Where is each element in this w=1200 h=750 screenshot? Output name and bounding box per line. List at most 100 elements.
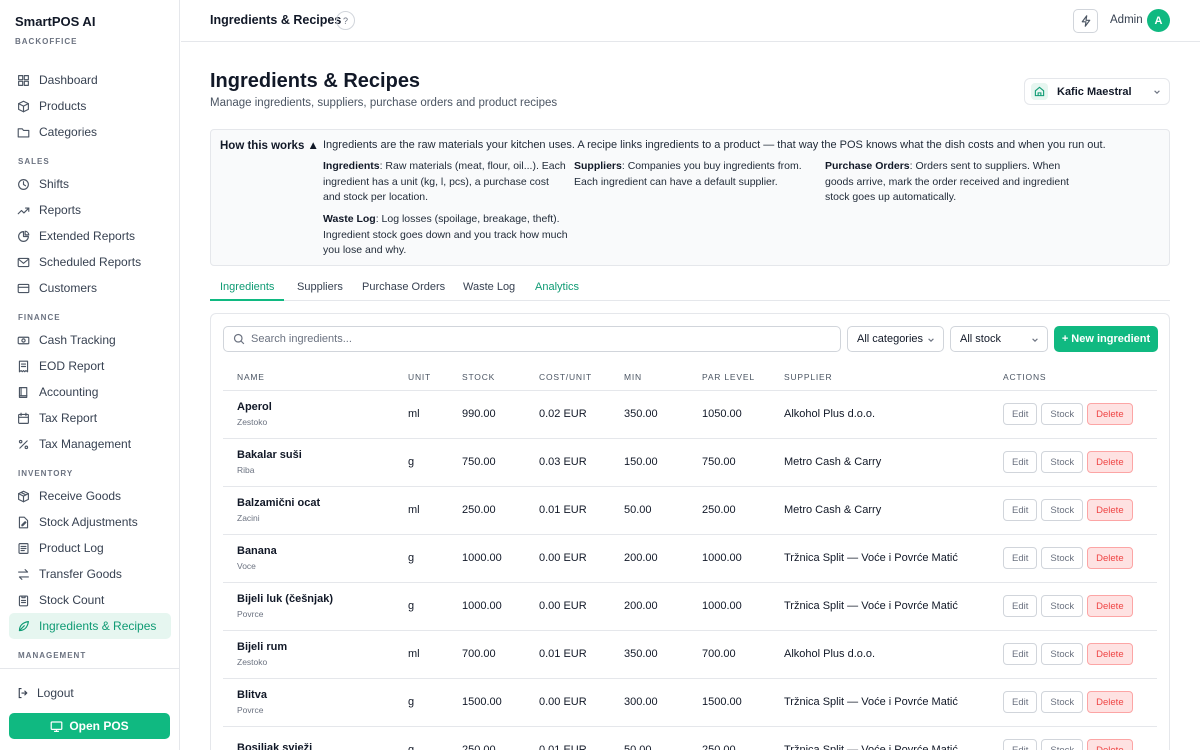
- sidebar-item-extended-reports[interactable]: Extended Reports: [9, 223, 171, 249]
- delete-button[interactable]: Delete: [1087, 403, 1133, 425]
- delete-button[interactable]: Delete: [1087, 739, 1133, 750]
- avatar[interactable]: A: [1147, 9, 1170, 32]
- table-row[interactable]: Bijeli luk (češnjak) Povrce g 1000.00 0.00 E…: [223, 582, 1157, 631]
- delete-button[interactable]: Delete: [1087, 595, 1133, 617]
- sidebar-item-label: Products: [39, 99, 87, 113]
- logout-icon: [18, 687, 28, 699]
- edit-button[interactable]: Edit: [1003, 403, 1038, 425]
- col-name[interactable]: NAME: [223, 364, 394, 391]
- sidebar-item-product-log[interactable]: Product Log: [9, 535, 171, 561]
- edit-button[interactable]: Edit: [1003, 643, 1038, 665]
- topbar-title: Ingredients & Recipes: [210, 13, 342, 27]
- tab-purchase-orders[interactable]: Purchase Orders: [362, 281, 445, 301]
- col-stock[interactable]: STOCK: [448, 364, 525, 391]
- edit-button[interactable]: Edit: [1003, 547, 1038, 569]
- open-pos-button[interactable]: Open POS: [9, 713, 170, 739]
- edit-button[interactable]: Edit: [1003, 595, 1038, 617]
- sidebar-item-label: EOD Report: [39, 359, 105, 373]
- sidebar-section-inventory: INVENTORY: [18, 469, 74, 478]
- cell-supplier: Tržnica Split — Voće i Povrće Matić: [770, 726, 989, 750]
- table-row[interactable]: Bosiljak svježi g 250.00 0.01 EUR 50.00 250.0…: [223, 726, 1157, 750]
- stock-button[interactable]: Stock: [1041, 403, 1084, 425]
- cell-actions: Edit Stock Delete: [989, 678, 1157, 727]
- new-ingredient-button[interactable]: + New ingredient: [1054, 326, 1158, 352]
- stock-button[interactable]: Stock: [1041, 595, 1084, 617]
- stock-button[interactable]: Stock: [1041, 691, 1084, 713]
- logout-button[interactable]: Logout: [17, 686, 74, 700]
- tab-analytics[interactable]: Analytics: [535, 281, 579, 301]
- cell-stock: 250.00: [448, 726, 525, 750]
- table-row[interactable]: Bijeli rum Zestoko ml 700.00 0.01 EUR 350.00 7…: [223, 630, 1157, 679]
- edit-button[interactable]: Edit: [1003, 691, 1038, 713]
- sidebar-item-categories[interactable]: Categories: [9, 119, 171, 145]
- col-unit[interactable]: UNIT: [394, 364, 448, 391]
- cell-unit: ml: [394, 390, 448, 439]
- stock-button[interactable]: Stock: [1041, 643, 1084, 665]
- col-supplier[interactable]: SUPPLIER: [770, 364, 989, 391]
- table-row[interactable]: Banana Voce g 1000.00 0.00 EUR 200.00 1000.00 T…: [223, 534, 1157, 583]
- table-row[interactable]: Balzamični ocat Zacini ml 250.00 0.01 EUR 50.…: [223, 486, 1157, 535]
- sidebar-item-stock-count[interactable]: Stock Count: [9, 587, 171, 613]
- sidebar-item-receive-goods[interactable]: Receive Goods: [9, 483, 171, 509]
- stock-button[interactable]: Stock: [1041, 451, 1084, 473]
- chevron-down-icon: [928, 338, 934, 342]
- tab-ingredients[interactable]: Ingredients: [210, 281, 285, 301]
- sidebar-item-accounting[interactable]: Accounting: [9, 379, 171, 405]
- tab-waste-log[interactable]: Waste Log: [463, 281, 515, 301]
- sidebar-item-shifts[interactable]: Shifts: [9, 171, 171, 197]
- col-min[interactable]: MIN: [610, 364, 688, 391]
- table-header-row: NAME UNIT STOCK COST/UNIT MIN PAR LEVEL …: [223, 364, 1157, 391]
- cell-par: 1000.00: [688, 534, 770, 583]
- quick-actions-button[interactable]: [1073, 9, 1098, 33]
- receipt-icon: [18, 360, 29, 372]
- stock-button[interactable]: Stock: [1041, 547, 1084, 569]
- sidebar-item-eod-report[interactable]: EOD Report: [9, 353, 171, 379]
- sidebar-item-tax-management[interactable]: Tax Management: [9, 431, 171, 457]
- location-selector[interactable]: Kafic Maestral: [1024, 78, 1170, 105]
- sidebar-item-tax-report[interactable]: Tax Report: [9, 405, 171, 431]
- cell-min: 50.00: [610, 726, 688, 750]
- sidebar-item-customers[interactable]: Customers: [9, 275, 171, 301]
- col-par[interactable]: PAR LEVEL: [688, 364, 770, 391]
- tab-suppliers[interactable]: Suppliers: [297, 281, 343, 301]
- col-cost[interactable]: COST/UNIT: [525, 364, 610, 391]
- table-row[interactable]: Bakalar suši Riba g 750.00 0.03 EUR 150.00 750…: [223, 438, 1157, 487]
- category-filter[interactable]: All categories: [847, 326, 944, 352]
- file-edit-icon: [18, 516, 29, 528]
- delete-button[interactable]: Delete: [1087, 643, 1133, 665]
- edit-button[interactable]: Edit: [1003, 739, 1038, 750]
- sidebar-item-label: Tax Management: [39, 437, 132, 451]
- sidebar-item-scheduled-reports[interactable]: Scheduled Reports: [9, 249, 171, 275]
- delete-button[interactable]: Delete: [1087, 499, 1133, 521]
- table-row[interactable]: Blitva Povrce g 1500.00 0.00 EUR 300.00 1500.0…: [223, 678, 1157, 727]
- sidebar-item-label: Dashboard: [39, 73, 98, 87]
- edit-button[interactable]: Edit: [1003, 451, 1038, 473]
- how-it-works-toggle[interactable]: How this works ▲: [220, 140, 319, 152]
- pie-icon: [18, 230, 30, 242]
- delete-button[interactable]: Delete: [1087, 451, 1133, 473]
- sidebar-item-cash-tracking[interactable]: Cash Tracking: [9, 327, 171, 353]
- sidebar-item-products[interactable]: Products: [9, 93, 171, 119]
- stock-button[interactable]: Stock: [1041, 499, 1084, 521]
- search-input[interactable]: [251, 333, 811, 345]
- help-button[interactable]: ?: [336, 11, 355, 30]
- stock-button[interactable]: Stock: [1041, 739, 1084, 750]
- ingredient-category: Riba: [237, 465, 255, 475]
- cell-par: 750.00: [688, 438, 770, 487]
- sidebar-item-stock-adjustments[interactable]: Stock Adjustments: [9, 509, 171, 535]
- delete-button[interactable]: Delete: [1087, 691, 1133, 713]
- sidebar-item-label: Accounting: [39, 385, 99, 399]
- logout-label: Logout: [37, 686, 74, 700]
- sidebar-item-ingredients-recipes[interactable]: Ingredients & Recipes: [9, 613, 171, 639]
- cell-supplier: Alkohol Plus d.o.o.: [770, 390, 989, 439]
- sidebar-item-reports[interactable]: Reports: [9, 197, 171, 223]
- sidebar-item-transfer-goods[interactable]: Transfer Goods: [9, 561, 171, 587]
- cell-cost: 0.03 EUR: [525, 438, 610, 487]
- table-row[interactable]: Aperol Zestoko ml 990.00 0.02 EUR 350.00 1050.…: [223, 390, 1157, 439]
- delete-button[interactable]: Delete: [1087, 547, 1133, 569]
- edit-button[interactable]: Edit: [1003, 499, 1038, 521]
- location-name: Kafic Maestral: [1057, 85, 1132, 98]
- user-name[interactable]: Admin: [1110, 14, 1143, 26]
- sidebar-item-dashboard[interactable]: Dashboard: [9, 67, 171, 93]
- stock-filter[interactable]: All stock: [950, 326, 1048, 352]
